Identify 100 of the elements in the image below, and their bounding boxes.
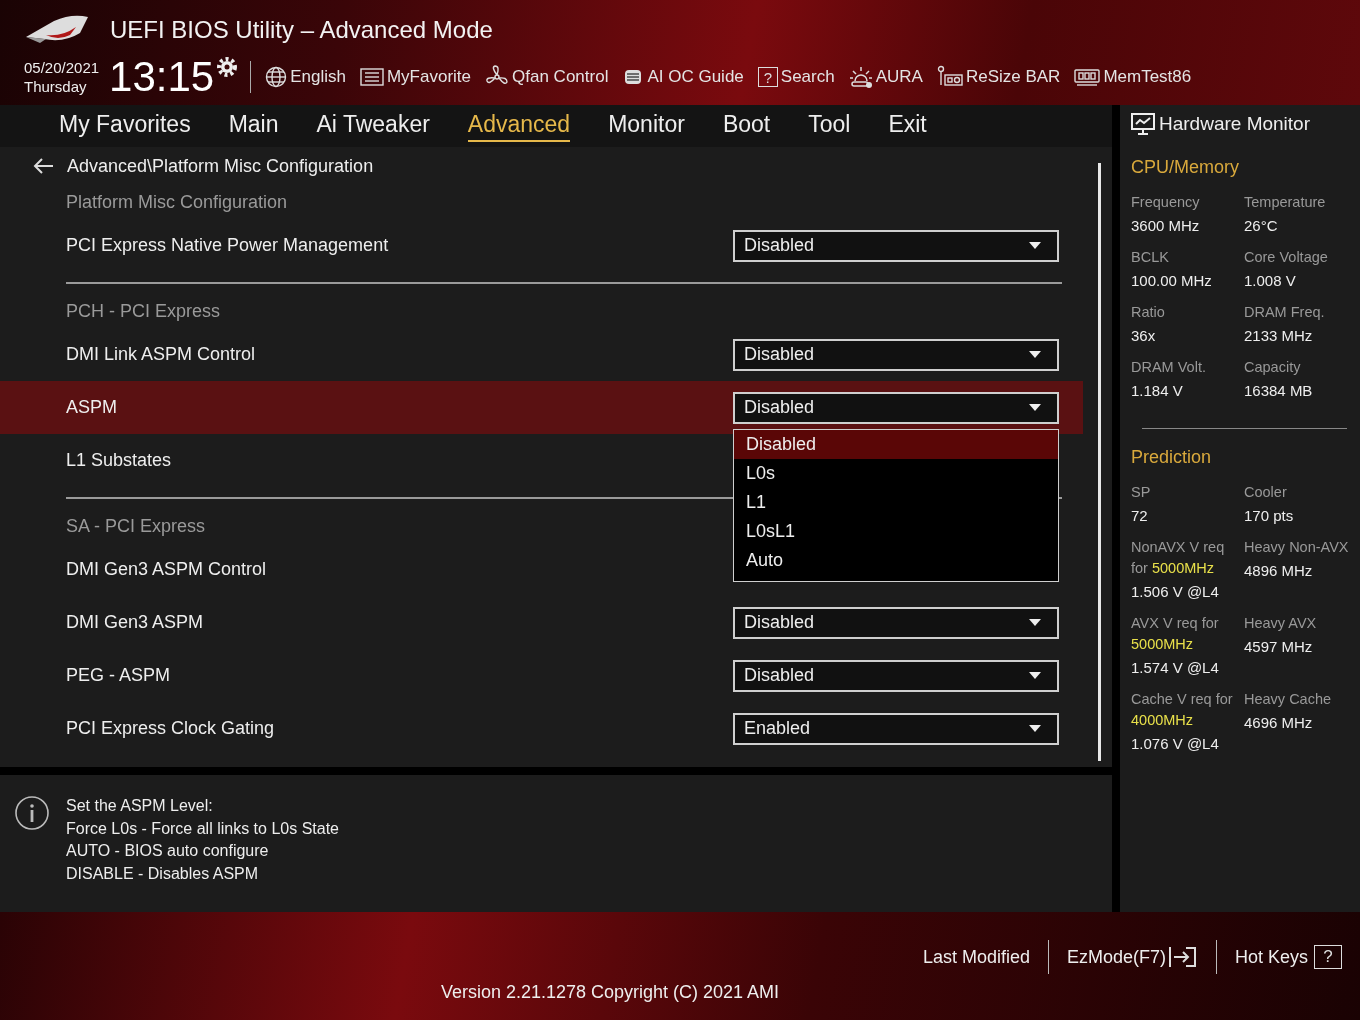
window-title: UEFI BIOS Utility – Advanced Mode — [110, 16, 493, 44]
caret-icon — [1029, 351, 1041, 358]
stat-label: Heavy AVX — [1244, 614, 1318, 633]
panel-title: Hardware Monitor — [1159, 113, 1310, 135]
help-text: Force L0s - Force all links to L0s State — [66, 818, 339, 839]
dropdown-field[interactable]: Disabled — [733, 659, 1059, 692]
stat-value: 100.00 MHz — [1131, 271, 1213, 291]
stat-label: DRAM Freq. — [1244, 303, 1326, 322]
stat-value: 72 — [1131, 506, 1149, 526]
stat-value: 26°C — [1244, 216, 1279, 236]
setting-label[interactable]: PCI Express Clock Gating — [66, 718, 275, 739]
dropdown-option[interactable]: Auto — [734, 545, 1058, 575]
dropdown-field[interactable]: Disabled — [733, 606, 1059, 639]
section-heading: Platform Misc Configuration — [66, 191, 288, 213]
stat-label: DRAM Volt. — [1131, 358, 1207, 377]
dropdown-option[interactable]: L0s — [734, 458, 1058, 488]
toolbar-button[interactable]: ReSize BAR — [936, 65, 1061, 89]
stat-label: NonAVX V req for 5000MHz — [1131, 538, 1226, 578]
setting-label[interactable]: DMI Link ASPM Control — [66, 344, 256, 365]
stat-value: 1.184 V — [1131, 381, 1184, 401]
card-icon — [936, 65, 963, 89]
stat-label: Ratio — [1131, 303, 1166, 322]
menu-tab[interactable]: Exit — [888, 110, 927, 142]
dropdown-field[interactable]: Disabled — [733, 229, 1059, 262]
stat-value: 36x — [1131, 326, 1157, 346]
section-title: Prediction — [1131, 447, 1213, 468]
list-icon — [359, 67, 384, 87]
version-text: Version 2.21.1278 Copyright (C) 2021 AMI — [440, 982, 780, 1003]
section-heading: PCH - PCI Express — [66, 300, 221, 322]
help-text: Set the ASPM Level: — [66, 796, 214, 816]
stat-label: Heavy Cache — [1244, 690, 1333, 709]
stat-label: SP — [1131, 483, 1152, 502]
clock-time: 13:15 — [109, 56, 215, 98]
dropdown-field[interactable]: Enabled — [733, 712, 1059, 745]
section-heading: SA - PCI Express — [66, 515, 206, 537]
globe-icon — [265, 66, 288, 88]
dropdown-field[interactable]: Disabled — [733, 391, 1059, 424]
date-text: 05/20/2021 — [24, 58, 100, 77]
stat-value: 4896 MHz — [1244, 561, 1314, 581]
exit-icon — [1167, 946, 1198, 968]
dropdown-option[interactable]: L1 — [734, 487, 1058, 517]
stat-label: Cache V req for 4000MHz — [1131, 690, 1234, 730]
stat-label: BCLK — [1131, 248, 1170, 267]
setting-label[interactable]: DMI Gen3 ASPM — [66, 612, 204, 633]
stat-value: 4597 MHz — [1244, 637, 1314, 657]
day-text: Thursday — [24, 77, 88, 96]
help-text: DISABLE - Disables ASPM — [66, 863, 260, 884]
setting-label[interactable]: ASPM — [66, 397, 117, 418]
menu-tab[interactable]: My Favorites — [59, 110, 191, 142]
help-text: AUTO - BIOS auto configure — [66, 841, 270, 861]
stat-value: 1.574 V @L4 — [1131, 658, 1220, 678]
sun-icon — [848, 65, 873, 89]
stat-label: Heavy Non-AVX — [1244, 538, 1350, 557]
stat-value: 1.008 V — [1244, 271, 1297, 291]
caret-icon — [1029, 242, 1041, 249]
toolbar-button[interactable]: AI OC Guide — [622, 66, 744, 88]
stat-label: Core Voltage — [1244, 248, 1329, 267]
stat-label: AVX V req for 5000MHz — [1131, 614, 1220, 654]
monitor-icon — [1131, 112, 1155, 136]
caret-icon — [1029, 725, 1041, 732]
stat-label: Frequency — [1131, 193, 1201, 212]
toolbar-button[interactable]: Qfan Control — [485, 65, 609, 89]
stat-value: 16384 MB — [1244, 381, 1314, 401]
toolbar-button[interactable]: AURA — [848, 65, 923, 89]
stat-label: Capacity — [1244, 358, 1302, 377]
menu-tab[interactable]: Main — [228, 110, 279, 142]
stat-value: 3600 MHz — [1131, 216, 1201, 236]
last-modified-button[interactable]: Last Modified — [922, 946, 1030, 968]
breadcrumb-path: Advanced\Platform Misc Configuration — [67, 155, 374, 177]
setting-label[interactable]: DMI Gen3 ASPM Control — [66, 559, 267, 580]
dropdown-option[interactable]: L0sL1 — [734, 516, 1058, 546]
settings-icon[interactable] — [216, 56, 239, 78]
scrollbar[interactable] — [1098, 163, 1101, 761]
stat-value: 170 pts — [1244, 506, 1295, 526]
menu-tab[interactable]: Advanced — [467, 110, 571, 142]
menu-tab[interactable]: Boot — [722, 110, 771, 142]
menu-tab[interactable]: Tool — [808, 110, 851, 142]
info-icon — [14, 795, 50, 831]
toolbar-button[interactable]: ? Search — [757, 67, 835, 87]
menu-tab[interactable]: Ai Tweaker — [316, 110, 430, 142]
dropdown-option[interactable]: Disabled — [734, 429, 1058, 459]
help-icon: ? — [1314, 945, 1342, 969]
setting-label[interactable]: PCI Express Native Power Management — [66, 235, 389, 256]
memory-icon — [1074, 67, 1101, 87]
caret-icon — [1029, 619, 1041, 626]
caret-icon — [1029, 672, 1041, 679]
toolbar-button[interactable]: MemTest86 — [1074, 67, 1192, 87]
hot-keys-button[interactable]: Hot Keys ? — [1234, 945, 1342, 969]
stat-value: 1.076 V @L4 — [1131, 734, 1220, 754]
stat-value: 4696 MHz — [1244, 713, 1314, 733]
stat-label: Cooler — [1244, 483, 1288, 502]
setting-label[interactable]: PEG - ASPM — [66, 665, 171, 686]
back-arrow-icon[interactable] — [33, 157, 55, 175]
setting-label[interactable]: L1 Substates — [66, 450, 172, 471]
menu-tab[interactable]: Monitor — [608, 110, 685, 142]
ezmode-button[interactable]: EzMode(F7) — [1066, 946, 1198, 968]
dropdown-field[interactable]: Disabled — [733, 338, 1059, 371]
toolbar-button[interactable]: MyFavorite — [359, 67, 472, 87]
toolbar-button[interactable]: English — [265, 66, 346, 88]
caret-icon — [1029, 404, 1041, 411]
